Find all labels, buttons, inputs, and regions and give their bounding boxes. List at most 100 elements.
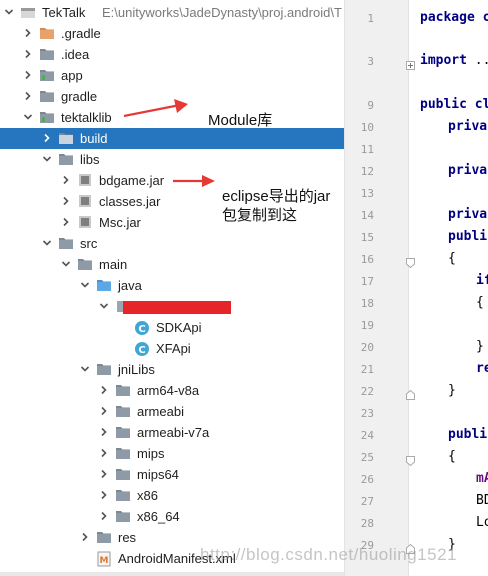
line-number: 9 — [367, 99, 374, 112]
tree-item-label: classes.jar — [99, 194, 161, 209]
expand-arrow-down-icon[interactable] — [61, 254, 73, 275]
code-line-14[interactable]: priva — [448, 207, 487, 223]
expand-arrow-right-icon[interactable] — [99, 464, 111, 485]
expand-arrow-down-icon[interactable] — [99, 296, 111, 317]
expand-arrow-right-icon[interactable] — [23, 23, 35, 44]
tree-row-tektalk[interactable]: TekTalk E:\unityworks\JadeDynasty\proj.an… — [0, 2, 344, 23]
line-number: 24 — [360, 429, 374, 442]
code-line-1[interactable]: package c — [420, 10, 488, 26]
tree-row-redacted-package[interactable] — [0, 296, 344, 317]
code-private-2: priva — [448, 163, 488, 178]
fold-marker-icon[interactable] — [406, 453, 415, 467]
tree-item-label: bdgame.jar — [99, 173, 165, 188]
tree-item-label: tektalklib — [61, 110, 112, 125]
expand-arrow-right-icon[interactable] — [80, 527, 92, 548]
svg-text:C: C — [138, 345, 145, 356]
tree-row-arm64-v8a[interactable]: arm64-v8a — [0, 380, 344, 401]
expand-arrow-right-icon[interactable] — [99, 443, 111, 464]
tree-row-libs[interactable]: libs — [0, 149, 344, 170]
tree-row-mips[interactable]: mips — [0, 443, 344, 464]
expand-arrow-right-icon[interactable] — [23, 65, 35, 86]
tree-row-src[interactable]: src — [0, 233, 344, 254]
code-line-25[interactable]: { — [448, 449, 456, 465]
tree-row--idea[interactable]: .idea — [0, 44, 344, 65]
folder-icon — [58, 149, 74, 170]
code-line-22[interactable]: } — [448, 383, 456, 399]
code-line-24[interactable]: publi — [448, 427, 487, 443]
code-line-9[interactable]: public cl — [420, 97, 488, 113]
expand-arrow-right-icon[interactable] — [99, 422, 111, 443]
tree-row-xfapi[interactable]: C XFApi — [0, 338, 344, 359]
tree-row-java[interactable]: java — [0, 275, 344, 296]
fold-marker-icon[interactable] — [406, 387, 415, 400]
svg-text:C: C — [138, 324, 145, 335]
fold-expand-icon[interactable] — [406, 57, 415, 70]
expand-arrow-right-icon[interactable] — [61, 191, 73, 212]
horizontal-scrollbar[interactable] — [0, 572, 344, 576]
expand-arrow-down-icon[interactable] — [42, 233, 54, 254]
tree-item-label: app — [61, 68, 83, 83]
line-number: 21 — [360, 363, 374, 376]
tree-row-app[interactable]: app — [0, 65, 344, 86]
tree-item-label: XFApi — [156, 341, 191, 356]
project-path-label: E:\unityworks\JadeDynasty\proj.android\T — [102, 5, 342, 20]
expand-arrow-right-icon[interactable] — [99, 485, 111, 506]
tree-row-jnilibs[interactable]: jniLibs — [0, 359, 344, 380]
tree-row--gradle[interactable]: .gradle — [0, 23, 344, 44]
project-tree-panel: TekTalk E:\unityworks\JadeDynasty\proj.an… — [0, 0, 344, 576]
code-brace-open-2: { — [476, 295, 484, 310]
code-line-3[interactable]: import .. — [420, 53, 488, 69]
folder-icon — [96, 359, 112, 380]
folder-icon — [115, 380, 131, 401]
line-number: 28 — [360, 517, 374, 530]
code-line-26[interactable]: mA — [476, 471, 488, 487]
tree-row-main[interactable]: main — [0, 254, 344, 275]
fold-marker-icon[interactable] — [406, 255, 415, 269]
expand-arrow-right-icon[interactable] — [42, 128, 54, 149]
jar-icon — [77, 212, 93, 233]
expand-arrow-right-icon[interactable] — [99, 506, 111, 527]
line-number: 18 — [360, 297, 374, 310]
code-line-15[interactable]: publi — [448, 229, 487, 245]
folder-icon — [115, 485, 131, 506]
tree-item-label: libs — [80, 152, 100, 167]
expand-arrow-right-icon[interactable] — [23, 44, 35, 65]
line-number: 26 — [360, 473, 374, 486]
code-line-16[interactable]: { — [448, 251, 456, 267]
tree-row-build[interactable]: build — [0, 128, 344, 149]
code-field-ma: mA — [476, 471, 488, 486]
code-line-10[interactable]: priva — [448, 119, 487, 135]
tree-row-armeabi[interactable]: armeabi — [0, 401, 344, 422]
code-line-17[interactable]: if — [476, 273, 488, 289]
tree-row-mips64[interactable]: mips64 — [0, 464, 344, 485]
expand-arrow-right-icon[interactable] — [61, 212, 73, 233]
code-line-27[interactable]: BD — [476, 493, 488, 509]
tree-row-armeabi-v7a[interactable]: armeabi-v7a — [0, 422, 344, 443]
expand-arrow-right-icon[interactable] — [99, 380, 111, 401]
tree-row-x86[interactable]: x86 — [0, 485, 344, 506]
folder-icon — [58, 128, 74, 149]
expand-arrow-right-icon[interactable] — [61, 170, 73, 191]
tree-row-sdkapi[interactable]: C SDKApi — [0, 317, 344, 338]
code-line-12[interactable]: priva — [448, 163, 487, 179]
code-line-18[interactable]: { — [476, 295, 484, 311]
expand-arrow-down-icon[interactable] — [80, 275, 92, 296]
tree-row-x86-64[interactable]: x86_64 — [0, 506, 344, 527]
code-editor[interactable]: package c import .. public cl priva priv… — [344, 0, 488, 576]
folder-orange-icon — [39, 23, 55, 44]
class-icon: C — [134, 338, 150, 359]
expand-arrow-right-icon[interactable] — [99, 401, 111, 422]
tree-item-label: Msc.jar — [99, 215, 141, 230]
gutter-divider — [408, 0, 409, 576]
expand-arrow-down-icon[interactable] — [42, 149, 54, 170]
code-lo: Lo — [476, 515, 488, 530]
folder-icon — [39, 86, 55, 107]
expand-arrow-right-icon[interactable] — [23, 86, 35, 107]
expand-arrow-down-icon[interactable] — [80, 359, 92, 380]
code-line-20[interactable]: } — [476, 339, 484, 355]
expand-arrow-down-icon[interactable] — [4, 2, 16, 23]
code-package: package c — [420, 10, 488, 25]
code-line-21[interactable]: re — [476, 361, 488, 377]
expand-arrow-down-icon[interactable] — [23, 107, 35, 128]
code-line-28[interactable]: Lo — [476, 515, 488, 531]
